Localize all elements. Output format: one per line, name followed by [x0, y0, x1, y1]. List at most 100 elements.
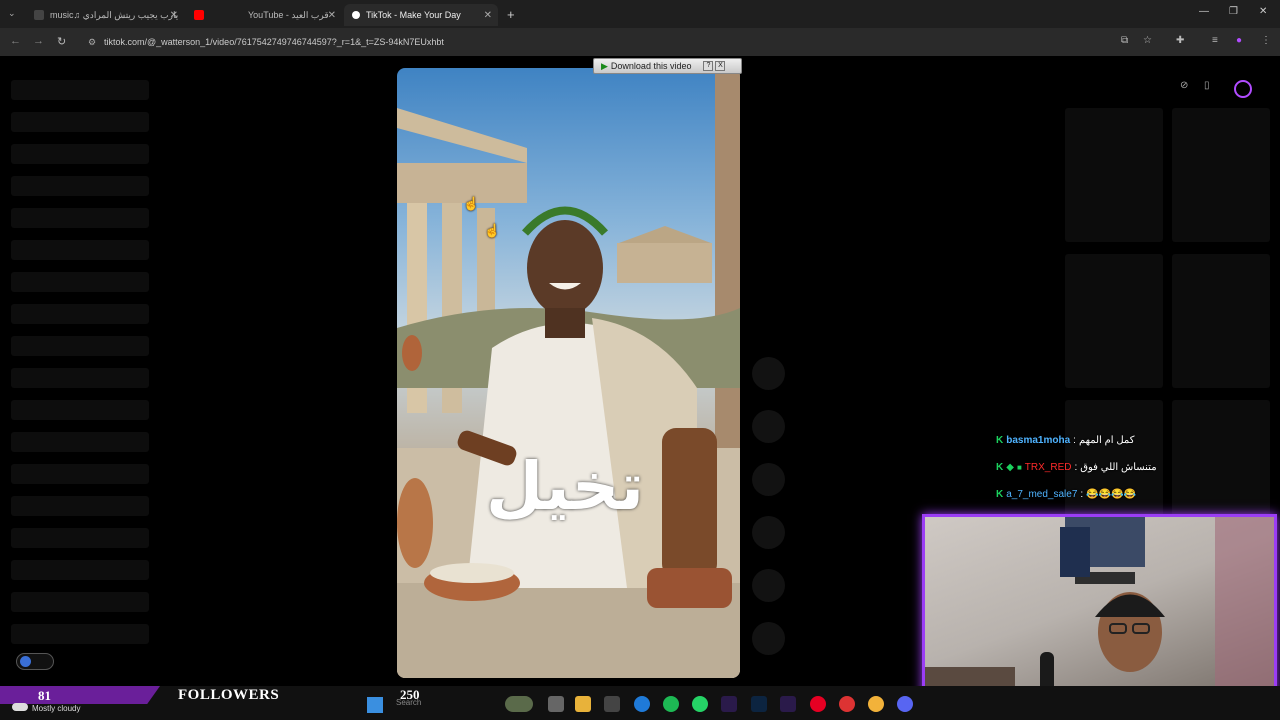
close-icon[interactable]: ✕	[170, 10, 178, 21]
chat-message: K a_7_med_sale7 : 😂😂😂😂	[996, 488, 1136, 500]
profile-icon[interactable]: ●	[1236, 35, 1248, 47]
tab-search-icon[interactable]: ⌄	[8, 8, 16, 19]
sidebar-placeholder	[11, 208, 149, 228]
tiktok-icon	[352, 11, 360, 19]
toggle-knob-icon	[20, 656, 31, 667]
music-button[interactable]	[752, 569, 785, 602]
badge-icon: ◆	[1006, 461, 1014, 473]
save-button[interactable]	[752, 463, 785, 496]
sidebar-placeholder	[11, 144, 149, 164]
kick-badge-icon: K	[996, 488, 1004, 500]
whatsapp-icon[interactable]	[692, 696, 708, 712]
sidebar-placeholder	[11, 272, 149, 292]
sidebar-placeholder	[11, 528, 149, 548]
hand-cursor-icon: ☝	[463, 196, 480, 211]
video-frame-image	[397, 68, 740, 678]
close-icon[interactable]: ✕	[484, 10, 492, 21]
windows-start-icon[interactable]	[367, 697, 383, 713]
menu-icon[interactable]: ⋮	[1261, 35, 1273, 47]
sidebar-placeholder	[11, 400, 149, 420]
kick-badge-icon: K	[996, 461, 1004, 473]
chat-text: متنساش اللي فوق	[1080, 461, 1157, 473]
tab-music[interactable]: music♫ يارب يجيب ريتش المرادي ✕	[26, 4, 184, 26]
sidebar-placeholder	[11, 496, 149, 516]
spotify-icon[interactable]	[663, 696, 679, 712]
badge-icon: ■	[1016, 462, 1022, 472]
extensions-icon[interactable]: ✚	[1176, 35, 1188, 47]
bookmark-star-icon[interactable]: ☆	[1143, 35, 1155, 47]
icon-button[interactable]: ⊘	[1180, 80, 1188, 91]
forward-icon[interactable]: →	[33, 35, 44, 47]
task-view-icon[interactable]	[548, 696, 564, 712]
sidebar-placeholder	[11, 176, 149, 196]
tab-label: TikTok - Make Your Day	[366, 10, 461, 20]
photoshop-icon[interactable]	[751, 696, 767, 712]
weather-label[interactable]: Mostly cloudy	[32, 704, 80, 713]
sidebar-placeholder	[11, 464, 149, 484]
chat-text: 😂😂😂😂	[1086, 488, 1136, 500]
related-placeholder	[1172, 254, 1270, 388]
site-info-icon[interactable]: ⚙	[88, 32, 96, 52]
reload-icon[interactable]: ↻	[57, 35, 66, 48]
sidebar-placeholder	[11, 80, 149, 100]
sidebar-placeholder	[11, 560, 149, 580]
download-video-bar[interactable]: ▶ Download this video ? X	[593, 58, 742, 74]
edge-icon[interactable]	[634, 696, 650, 712]
chat-username: TRX_RED	[1024, 461, 1072, 473]
download-label[interactable]: Download this video	[611, 61, 692, 71]
followers-progress-bar	[0, 686, 160, 704]
pinterest-icon[interactable]	[810, 696, 826, 712]
close-window-icon[interactable]: ✕	[1259, 6, 1267, 17]
tab-tiktok[interactable]: TikTok - Make Your Day ✕	[344, 4, 498, 26]
video-caption-overlay: تخيل	[485, 448, 645, 525]
sidebar-placeholder	[11, 368, 149, 388]
tab-label: YouTube - قرب العيد	[248, 9, 329, 20]
store-icon[interactable]	[604, 696, 620, 712]
taskbar-search[interactable]: Search	[396, 698, 421, 707]
followers-label: FOLLOWERS	[178, 687, 280, 703]
chat-message: K ◆ ■ TRX_RED : متنساش اللي فوق	[996, 461, 1157, 473]
discord-icon[interactable]	[897, 696, 913, 712]
device-icon[interactable]: ▯	[1204, 80, 1210, 91]
sidebar-placeholder	[11, 592, 149, 612]
related-placeholder	[1065, 254, 1163, 388]
url-field[interactable]: ⚙ tiktok.com/@_watterson_1/video/7617542…	[82, 32, 1112, 52]
file-explorer-icon[interactable]	[575, 696, 591, 712]
sidebar-placeholder	[11, 240, 149, 260]
followers-count: 81	[38, 688, 51, 703]
after-effects-icon[interactable]	[780, 696, 796, 712]
profile-avatar[interactable]	[1234, 80, 1252, 98]
sidebar-placeholder	[11, 304, 149, 324]
back-icon[interactable]: ←	[10, 35, 21, 47]
kick-badge-icon: K	[996, 434, 1004, 446]
share-button[interactable]	[752, 516, 785, 549]
related-placeholder	[1065, 108, 1163, 242]
close-icon[interactable]: ✕	[328, 10, 336, 21]
more-button[interactable]	[752, 622, 785, 655]
video-player[interactable]	[397, 68, 740, 678]
chat-text: كمل ام المهم	[1078, 434, 1135, 446]
restore-icon[interactable]: ❐	[1229, 6, 1238, 17]
app-icon[interactable]	[839, 696, 855, 712]
sidebar-placeholder	[11, 112, 149, 132]
minimize-icon[interactable]: —	[1199, 6, 1209, 17]
tab-youtube[interactable]: YouTube - قرب العيد ✕	[186, 4, 342, 26]
new-tab-button[interactable]: +	[507, 7, 515, 22]
tab-label: music♫ يارب يجيب ريتش المرادي	[50, 9, 179, 20]
url-text: tiktok.com/@_watterson_1/video/761754274…	[104, 37, 444, 47]
widget-icon[interactable]	[505, 696, 533, 712]
comment-button[interactable]	[752, 410, 785, 443]
chrome-icon[interactable]	[868, 696, 884, 712]
help-button[interactable]: ?	[703, 61, 714, 71]
premiere-icon[interactable]	[721, 696, 737, 712]
play-icon: ▶	[601, 60, 608, 71]
media-icon[interactable]: ≡	[1212, 35, 1224, 47]
install-app-icon[interactable]: ⧉	[1121, 35, 1133, 47]
sidebar-placeholder	[11, 432, 149, 452]
sidebar-placeholder	[11, 336, 149, 356]
toggle-switch[interactable]	[16, 653, 54, 670]
close-download-button[interactable]: X	[715, 61, 726, 71]
chat-message: K basma1moha : كمل ام المهم	[996, 434, 1135, 446]
weather-cloud-icon	[12, 703, 28, 711]
like-button[interactable]	[752, 357, 785, 390]
